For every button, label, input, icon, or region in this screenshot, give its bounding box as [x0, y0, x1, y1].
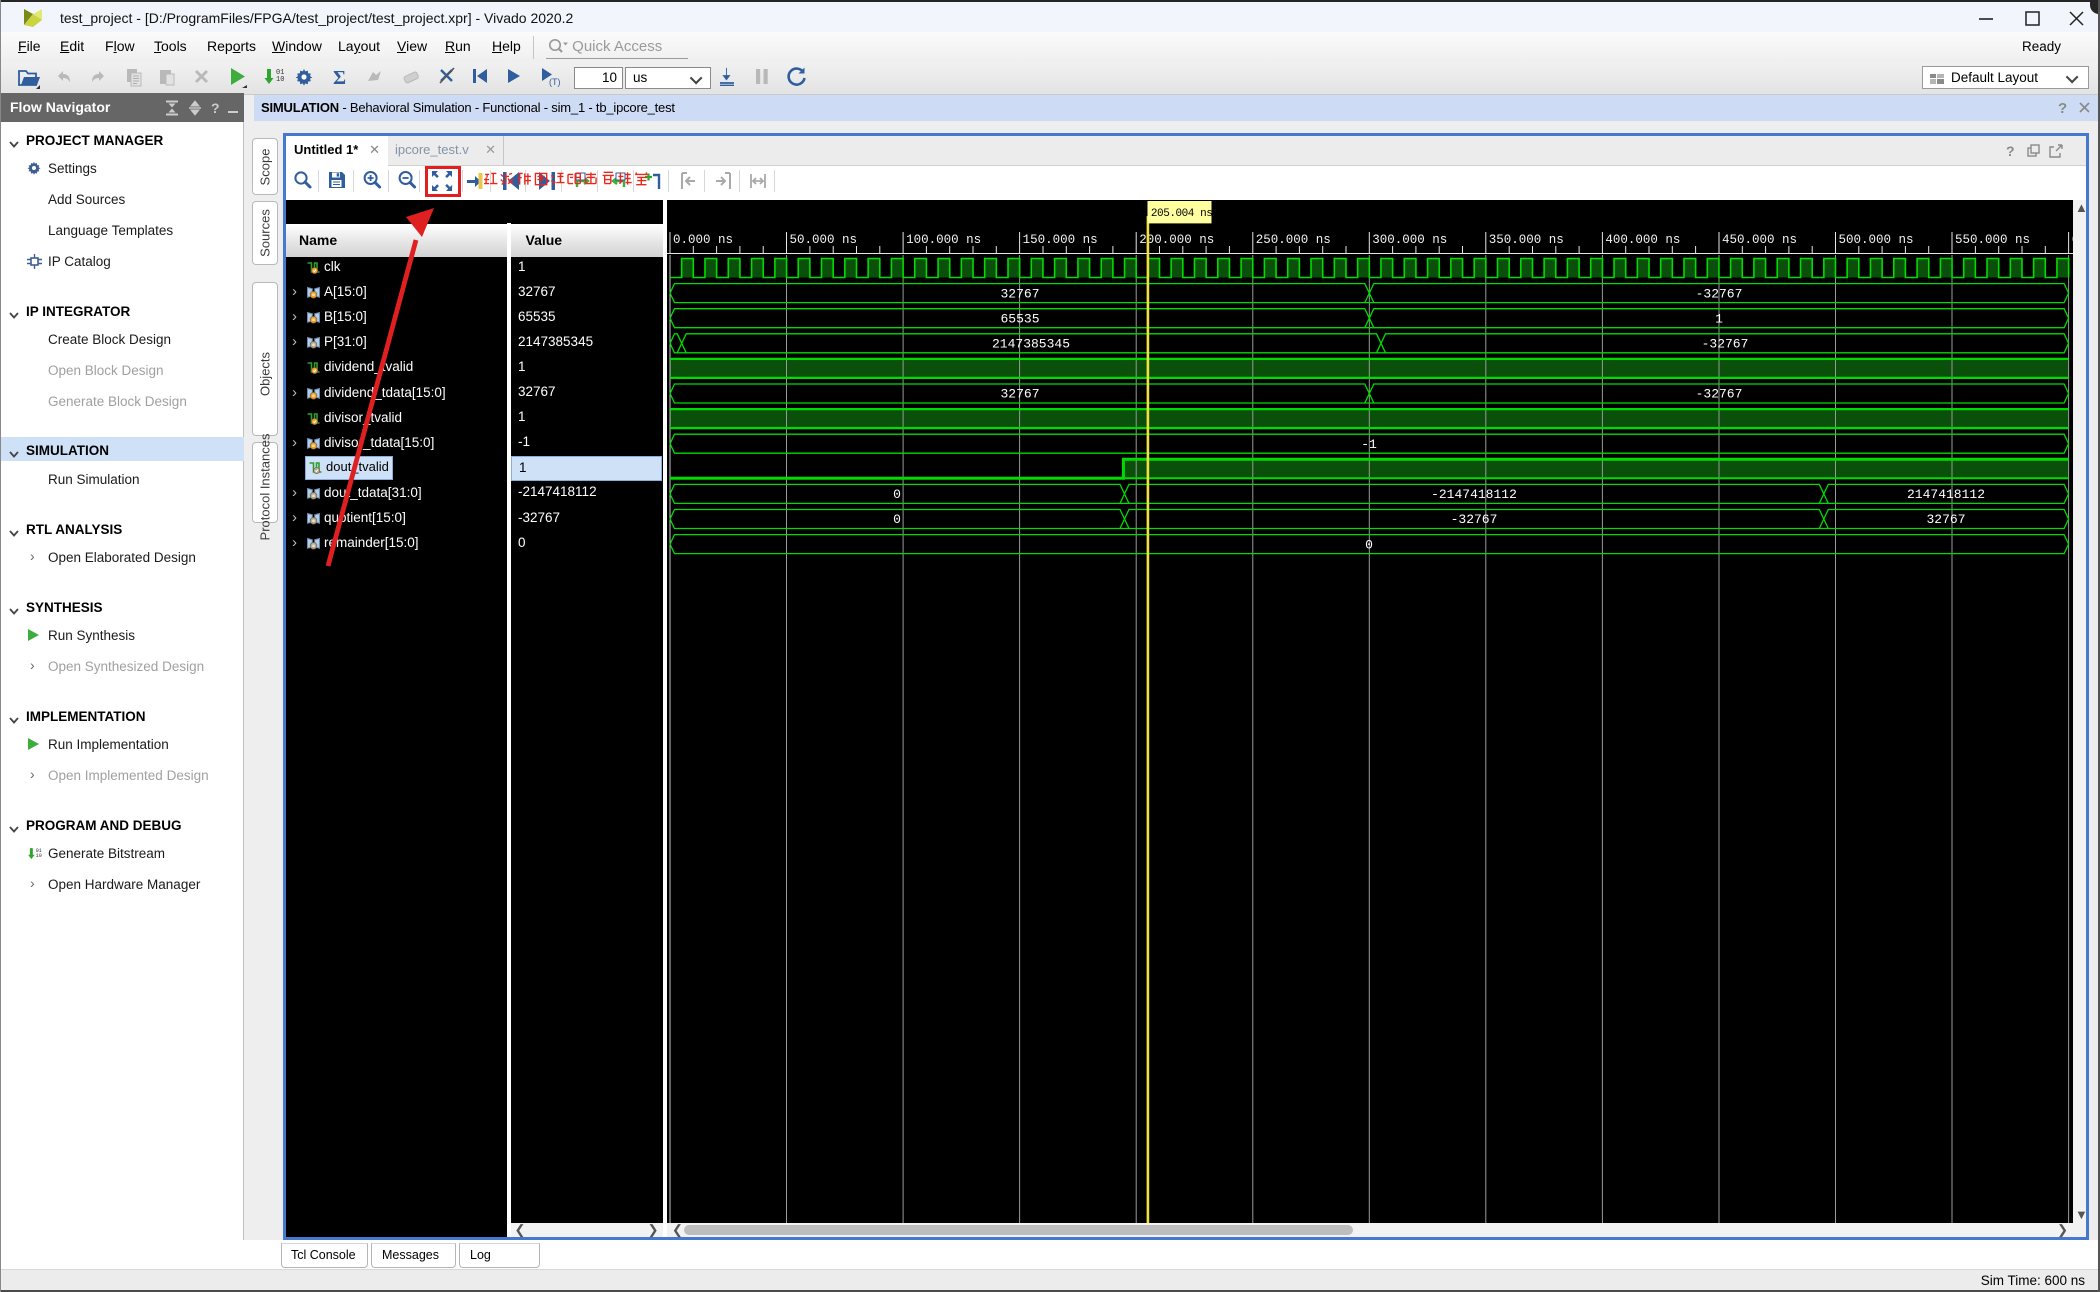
- svg-text:1: 1: [1715, 311, 1723, 326]
- svg-text:2147418112: 2147418112: [1907, 487, 1985, 502]
- svg-text:0.000 ns: 0.000 ns: [673, 233, 733, 247]
- svg-text:300.000 ns: 300.000 ns: [1372, 233, 1447, 247]
- svg-text:550.000 ns: 550.000 ns: [1955, 233, 2030, 247]
- svg-text:50.000 ns: 50.000 ns: [790, 233, 858, 247]
- svg-text:350.000 ns: 350.000 ns: [1489, 233, 1564, 247]
- svg-text:?: ?: [211, 100, 220, 116]
- svg-text:32767: 32767: [1926, 512, 1965, 527]
- svg-text:-32767: -32767: [1702, 337, 1749, 352]
- svg-text:-32767: -32767: [1696, 387, 1743, 402]
- svg-text:-1: -1: [1361, 437, 1377, 452]
- svg-text:500.000 ns: 500.000 ns: [1839, 233, 1914, 247]
- svg-text:?: ?: [2058, 100, 2067, 115]
- svg-text:-2147418112: -2147418112: [1431, 487, 1517, 502]
- svg-text:200.000 ns: 200.000 ns: [1139, 233, 1214, 247]
- svg-text:Σ: Σ: [333, 67, 346, 88]
- svg-text:32767: 32767: [1000, 387, 1039, 402]
- svg-text:0: 0: [893, 512, 901, 527]
- svg-text:32767: 32767: [1000, 286, 1039, 301]
- svg-text:0: 0: [893, 487, 901, 502]
- svg-text:-32767: -32767: [1696, 286, 1743, 301]
- svg-text:10: 10: [36, 853, 42, 859]
- svg-text:65535: 65535: [1000, 311, 1039, 326]
- svg-text:?: ?: [2006, 143, 2015, 159]
- svg-text:0: 0: [1365, 537, 1373, 552]
- svg-text:-32767: -32767: [1451, 512, 1498, 527]
- svg-text:400.000 ns: 400.000 ns: [1605, 233, 1680, 247]
- svg-text:10: 10: [276, 76, 284, 84]
- svg-text:100.000 ns: 100.000 ns: [906, 233, 981, 247]
- svg-text:450.000 ns: 450.000 ns: [1722, 233, 1797, 247]
- svg-text:205.004 ns: 205.004 ns: [1151, 208, 1213, 220]
- svg-text:150.000 ns: 150.000 ns: [1023, 233, 1098, 247]
- svg-text:2147385345: 2147385345: [992, 337, 1070, 352]
- svg-text:(T): (T): [549, 77, 561, 87]
- svg-text:250.000 ns: 250.000 ns: [1256, 233, 1331, 247]
